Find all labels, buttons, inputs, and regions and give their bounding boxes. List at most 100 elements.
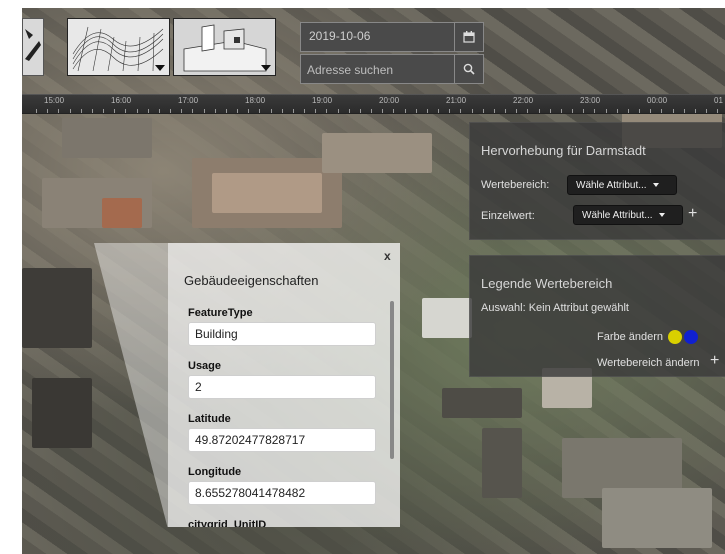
add-range-button[interactable]: +: [710, 352, 719, 370]
timeline-tick-label: 20:00: [379, 96, 400, 105]
range-label: Wertebereich:: [481, 179, 550, 191]
timeline-tick-label: 17:00: [178, 96, 199, 105]
timeline-tick: [315, 109, 317, 113]
single-value-label: Einzelwert:: [481, 210, 535, 222]
address-search-field[interactable]: [300, 54, 456, 84]
search-icon: [455, 55, 483, 83]
timeline-tick-label: 19:00: [312, 96, 333, 105]
timeline-tick: [560, 109, 562, 113]
timeline-tick-label: 15:00: [44, 96, 65, 105]
timeline-tick: [304, 109, 305, 113]
map-building: [422, 298, 472, 338]
timeline-tick: [694, 109, 696, 113]
map-building: [62, 118, 152, 158]
timeline-tick: [616, 109, 618, 113]
timeline-tick: [237, 109, 238, 113]
calendar-icon: [455, 23, 483, 51]
property-label: Longitude: [188, 466, 242, 478]
map-building: [602, 488, 712, 548]
timeline-tick: [583, 109, 585, 113]
change-color-button[interactable]: Farbe ändern: [597, 331, 663, 343]
timeline-tick: [47, 109, 49, 113]
timeline-tick: [661, 109, 663, 113]
timeline-tick-label: 18:00: [245, 96, 266, 105]
timeline-tick: [147, 109, 149, 113]
latitude-field[interactable]: [188, 428, 376, 452]
timeline-tick: [594, 109, 596, 113]
timeline-tick: [706, 109, 707, 113]
map-building: [482, 428, 522, 498]
timeline-tick: [91, 109, 93, 113]
timeline-tick: [471, 109, 473, 113]
property-label: Usage: [188, 360, 222, 372]
property-label: Latitude: [188, 413, 231, 425]
map-building: [212, 173, 322, 213]
longitude-field[interactable]: [188, 481, 376, 505]
building-mode-button[interactable]: [173, 18, 276, 76]
timeline-tick: [192, 109, 194, 113]
timeline-tick: [460, 109, 462, 113]
timeline-tick: [136, 109, 138, 113]
timeline-tick: [170, 109, 171, 113]
address-search-input[interactable]: [305, 59, 449, 81]
map-building: [22, 268, 92, 348]
legend-panel: Legende Wertebereich Auswahl: Kein Attri…: [469, 255, 725, 377]
timeline-tick: [125, 109, 127, 113]
date-value: 2019-10-06: [309, 29, 371, 43]
timeline-tick: [482, 109, 484, 113]
timeline-tick: [538, 109, 540, 113]
highlight-panel-title: Hervorhebung für Darmstadt: [481, 143, 646, 158]
single-dropdown-label: Wähle Attribut...: [582, 209, 653, 221]
timeline-tick: [69, 109, 71, 113]
timeline-tick-label: 00:00: [647, 96, 668, 105]
terrain-mode-button[interactable]: [67, 18, 170, 76]
timeline-tick: [717, 109, 719, 113]
timeline-tick: [225, 109, 227, 113]
timeline-tick: [627, 109, 629, 113]
color-high-swatch: [684, 330, 698, 344]
timeline-tick-label: 21:00: [446, 96, 467, 105]
terrain-mesh-icon: [72, 26, 164, 72]
timeline-tick: [58, 109, 60, 113]
add-single-value-button[interactable]: +: [688, 205, 697, 223]
compass-icon: [25, 29, 41, 61]
time-slider[interactable]: 15:00 16:00 17:00 18:00 19:00 20:00 21:00 22:00…: [22, 94, 725, 114]
range-attribute-dropdown[interactable]: Wähle Attribut...: [567, 175, 677, 195]
timeline-tick: [337, 109, 339, 113]
timeline-tick: [549, 109, 551, 113]
chevron-down-icon: [658, 213, 665, 217]
search-button[interactable]: [454, 54, 484, 84]
building-properties-popup: Gebäudeeigenschaften x FeatureType Usage…: [168, 243, 400, 527]
timeline-tick: [259, 109, 261, 113]
usage-field[interactable]: [188, 375, 376, 399]
navigation-tool-button[interactable]: [22, 18, 44, 76]
timeline-tick: [281, 109, 283, 113]
timeline-tick: [438, 109, 439, 113]
timeline-tick: [248, 109, 250, 113]
single-attribute-dropdown[interactable]: Wähle Attribut...: [573, 205, 683, 225]
change-range-button[interactable]: Wertebereich ändern: [597, 357, 700, 369]
timeline-tick: [158, 109, 160, 113]
3d-map-viewport[interactable]: 2019-10-06 15:00 16:00 17:00 18:00 19:00 20:0…: [22, 8, 725, 554]
calendar-button[interactable]: [454, 22, 484, 52]
popup-scrollbar[interactable]: [390, 301, 394, 459]
timeline-tick: [181, 109, 183, 113]
feature-type-field[interactable]: [188, 322, 376, 346]
timeline-tick: [672, 109, 674, 113]
timeline-tick: [516, 109, 518, 113]
timeline-tick: [605, 109, 607, 113]
highlight-panel: Hervorhebung für Darmstadt Wertebereich:…: [469, 122, 725, 240]
building-block-icon: [183, 24, 267, 72]
timeline-tick-label: 16:00: [111, 96, 132, 105]
timeline-tick: [382, 109, 384, 113]
timeline-tick: [348, 109, 350, 113]
date-field[interactable]: 2019-10-06: [300, 22, 456, 52]
chevron-down-icon: [155, 65, 165, 71]
chevron-down-icon: [261, 65, 271, 71]
close-icon[interactable]: x: [384, 249, 391, 263]
legend-selection-text: Auswahl: Kein Attribut gewählt: [481, 302, 629, 314]
timeline-tick-label: 23:00: [580, 96, 601, 105]
property-label: FeatureType: [188, 307, 253, 319]
timeline-tick: [371, 109, 372, 113]
timeline-tick: [404, 109, 406, 113]
